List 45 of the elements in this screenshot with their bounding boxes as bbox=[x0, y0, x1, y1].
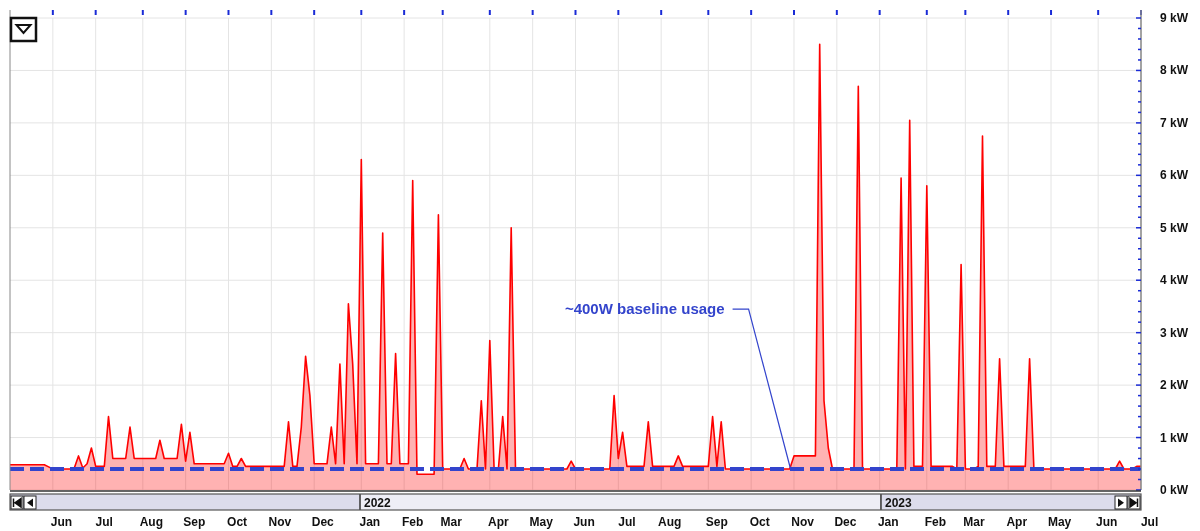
x-axis-label: Jun bbox=[50, 515, 73, 529]
range-navigator[interactable] bbox=[9, 493, 1142, 511]
x-axis-label: Oct bbox=[749, 515, 770, 529]
y-axis-label: 9 kW bbox=[1160, 11, 1188, 25]
x-axis-label: Jun bbox=[1096, 515, 1118, 529]
y-axis-label: 5 kW bbox=[1160, 220, 1188, 235]
y-axis-label: 1 kW bbox=[1160, 430, 1188, 445]
y-axis-label: 0 kW bbox=[1160, 483, 1188, 497]
x-axis-label: Nov bbox=[268, 515, 292, 529]
y-axis-label: 3 kW bbox=[1160, 325, 1188, 340]
y-axis-label: 8 kW bbox=[1160, 63, 1188, 78]
x-axis-label: May bbox=[529, 515, 553, 529]
y-axis-label: 7 kW bbox=[1160, 115, 1188, 130]
year-label: 2023 bbox=[884, 496, 912, 510]
x-axis-label: Oct bbox=[227, 515, 248, 529]
x-axis-label: Aug bbox=[658, 515, 682, 529]
x-axis-label: Dec bbox=[834, 515, 857, 529]
last-page-button[interactable] bbox=[1127, 495, 1141, 510]
annotation-label: ~400W baseline usage bbox=[564, 300, 725, 318]
x-axis-label: Aug bbox=[139, 515, 164, 529]
y-axis-label: 2 kW bbox=[1160, 378, 1188, 393]
x-axis-label: Apr bbox=[1006, 515, 1028, 529]
y-axis-label: 4 kW bbox=[1160, 273, 1188, 288]
x-axis-label: Sep bbox=[705, 515, 728, 529]
year-label: 2022 bbox=[364, 496, 391, 510]
x-axis-label: Sep bbox=[183, 515, 206, 529]
next-button[interactable] bbox=[1114, 495, 1128, 510]
x-axis-label: Feb bbox=[924, 515, 947, 529]
x-axis-label: Jan bbox=[877, 515, 899, 529]
x-axis-label: Apr bbox=[488, 515, 509, 529]
x-axis-label: May bbox=[1047, 515, 1072, 529]
previous-button[interactable] bbox=[23, 495, 37, 510]
x-axis-label: Feb bbox=[402, 515, 424, 529]
x-axis-label: Mar bbox=[963, 515, 985, 529]
x-axis-label: Nov bbox=[791, 515, 814, 529]
x-axis-label: Dec bbox=[311, 515, 334, 529]
y-axis-label: 6 kW bbox=[1160, 168, 1188, 183]
x-axis-label: Jul bbox=[1140, 515, 1159, 529]
first-page-button[interactable] bbox=[10, 495, 24, 510]
x-axis-label: Jul bbox=[95, 515, 113, 529]
menu-button[interactable] bbox=[9, 16, 38, 43]
x-axis-label: Jun bbox=[573, 515, 595, 529]
x-axis-label: Mar bbox=[440, 515, 462, 529]
x-axis-label: Jul bbox=[618, 515, 636, 529]
x-axis-label: Jan bbox=[359, 515, 381, 529]
